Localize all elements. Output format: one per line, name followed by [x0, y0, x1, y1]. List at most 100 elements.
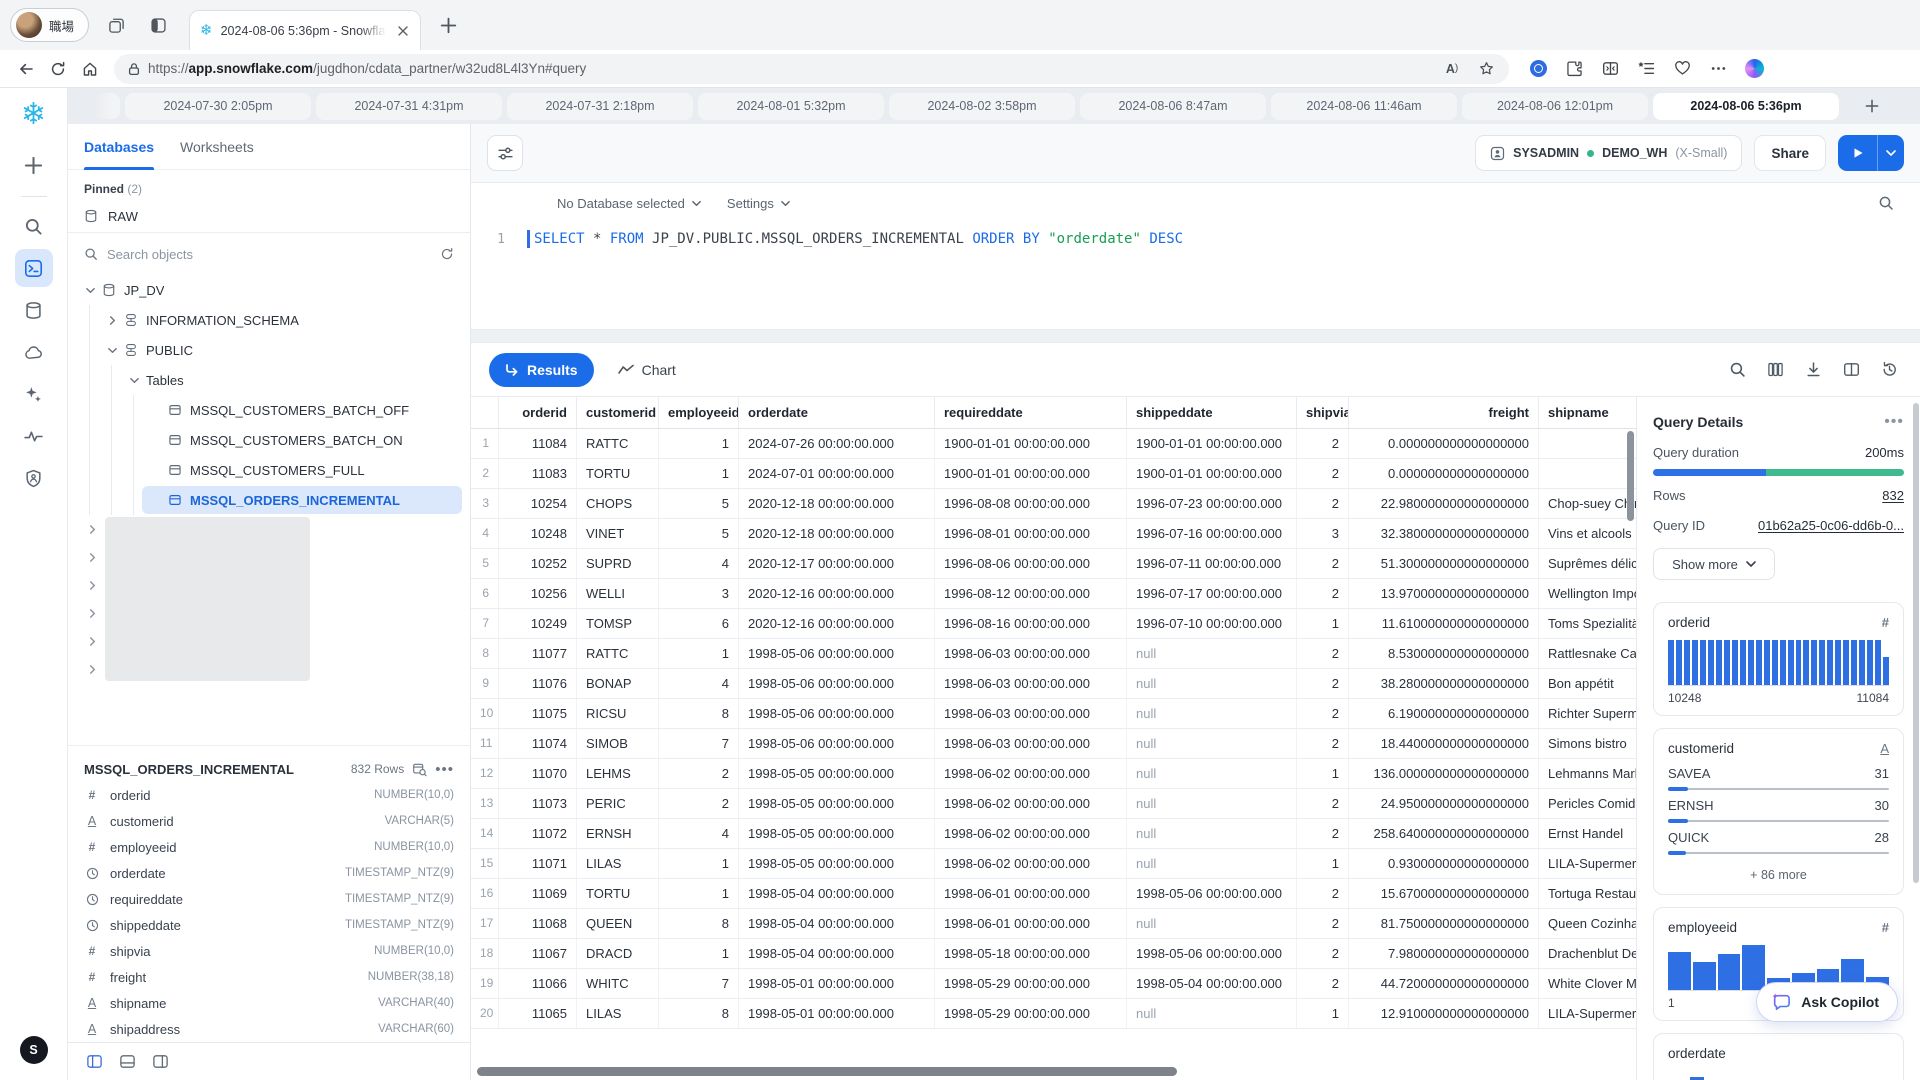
workspaces-icon[interactable]: [101, 10, 131, 40]
column-header-employeeid[interactable]: employeeid: [659, 397, 739, 428]
table-row[interactable]: 1011075RICSU81998-05-06 00:00:00.0001998…: [471, 699, 1636, 729]
table-row[interactable]: 1911066WHITC71998-05-01 00:00:00.0001998…: [471, 969, 1636, 999]
chart-tab[interactable]: Chart: [618, 362, 676, 378]
editor-search-icon[interactable]: [1878, 195, 1894, 211]
column-stats-card-orderdate[interactable]: orderdate: [1653, 1033, 1904, 1080]
chevron-right-icon[interactable]: [88, 665, 97, 674]
new-tab-icon[interactable]: [433, 10, 463, 40]
copilot-icon[interactable]: [1739, 54, 1769, 84]
table-row[interactable]: 710249TOMSP62020-12-16 00:00:00.0001996-…: [471, 609, 1636, 639]
snowflake-logo[interactable]: ❄: [21, 100, 46, 130]
run-options-icon[interactable]: [1878, 135, 1904, 171]
table-row[interactable]: 2011065LILAS81998-05-01 00:00:00.0001998…: [471, 999, 1636, 1029]
ai-ml-nav-icon[interactable]: [15, 375, 53, 413]
column-header-orderid[interactable]: orderid: [499, 397, 577, 428]
search-results-icon[interactable]: [1729, 361, 1746, 378]
browser-profile-chip[interactable]: 職場: [10, 8, 89, 42]
table-row[interactable]: 1411072ERNSH41998-05-05 00:00:00.0001998…: [471, 819, 1636, 849]
ask-copilot-button[interactable]: Ask Copilot: [1756, 982, 1898, 1022]
chevron-down-icon[interactable]: [104, 346, 120, 355]
worksheet-tab[interactable]: 2024-07-31 4:31pm: [316, 93, 502, 120]
browser-essentials-icon[interactable]: [1667, 54, 1697, 84]
query-id-link[interactable]: 01b62a25-0c06-dd6b-0...: [1758, 518, 1904, 533]
worksheet-tab[interactable]: 2024-08-06 5:36pm: [1653, 93, 1839, 120]
tab-close-icon[interactable]: [394, 22, 412, 40]
query-details-menu-icon[interactable]: •••: [1884, 413, 1904, 431]
schema-column-row[interactable]: #employeeidNUMBER(10,0): [84, 834, 454, 860]
table-row[interactable]: 1211070LEHMS21998-05-05 00:00:00.0001998…: [471, 759, 1636, 789]
admin-nav-icon[interactable]: [15, 459, 53, 497]
collections-icon[interactable]: [1631, 54, 1661, 84]
back-icon[interactable]: [10, 54, 42, 84]
schema-column-row[interactable]: #freightNUMBER(38,18): [84, 964, 454, 990]
preview-table-icon[interactable]: [412, 762, 427, 777]
table-row[interactable]: 1711068QUEEN81998-05-04 00:00:00.0001998…: [471, 909, 1636, 939]
tree-item[interactable]: PUBLIC: [68, 335, 470, 365]
schema-column-row[interactable]: shippeddateTIMESTAMP_NTZ(9): [84, 912, 454, 938]
show-more-button[interactable]: Show more: [1653, 548, 1775, 580]
worksheet-tab[interactable]: 2024-07-31 2:18pm: [507, 93, 693, 120]
column-header-customerid[interactable]: customerid: [577, 397, 659, 428]
table-row[interactable]: 111084RATTC12024-07-26 00:00:00.0001900-…: [471, 429, 1636, 459]
table-row[interactable]: 1811067DRACD11998-05-04 00:00:00.0001998…: [471, 939, 1636, 969]
worksheet-tab[interactable]: 2024-08-01 5:32pm: [698, 93, 884, 120]
home-icon[interactable]: [74, 54, 106, 84]
worksheet-tab[interactable]: 2024-08-06 8:47am: [1080, 93, 1266, 120]
chevron-right-icon[interactable]: [88, 581, 97, 590]
new-worksheet-icon[interactable]: [15, 146, 53, 184]
schema-more-icon[interactable]: •••: [435, 761, 454, 778]
schema-column-row[interactable]: AcustomeridVARCHAR(5): [84, 808, 454, 834]
column-header[interactable]: [471, 397, 499, 428]
chevron-right-icon[interactable]: [88, 553, 97, 562]
table-row[interactable]: 1511071LILAS11998-05-05 00:00:00.0001998…: [471, 849, 1636, 879]
browser-tab[interactable]: ❄ 2024-08-06 5:36pm - Snowfla: [189, 10, 421, 50]
database-selector[interactable]: No Database selected: [557, 196, 701, 211]
column-stats-card-customerid[interactable]: customeridASAVEA31ERNSH30QUICK28+ 86 mor…: [1653, 728, 1904, 895]
table-row[interactable]: 211083TORTU12024-07-01 00:00:00.0001900-…: [471, 459, 1636, 489]
add-worksheet-icon[interactable]: [1857, 91, 1887, 121]
column-header-shipvia[interactable]: shipvia: [1297, 397, 1349, 428]
toggle-right-panel-icon[interactable]: [152, 1053, 169, 1070]
settings-dropdown[interactable]: Settings: [727, 196, 790, 211]
column-stats-card-orderid[interactable]: orderid#1024811084: [1653, 602, 1904, 716]
schema-column-row[interactable]: AshipnameVARCHAR(40): [84, 990, 454, 1016]
table-row[interactable]: 811077RATTC11998-05-06 00:00:00.0001998-…: [471, 639, 1636, 669]
schema-column-row[interactable]: requireddateTIMESTAMP_NTZ(9): [84, 886, 454, 912]
worksheet-tab[interactable]: 2024-07-30 2:05pm: [125, 93, 311, 120]
table-row[interactable]: 1611069TORTU11998-05-04 00:00:00.0001998…: [471, 879, 1636, 909]
chevron-right-icon[interactable]: [88, 525, 97, 534]
reload-icon[interactable]: [42, 54, 74, 84]
browser-menu-icon[interactable]: [1703, 54, 1733, 84]
extension-icon[interactable]: [1559, 54, 1589, 84]
worksheet-tab[interactable]: 2024-08-02 3:58pm: [889, 93, 1075, 120]
split-view-icon[interactable]: [1843, 361, 1860, 378]
pinned-item-raw[interactable]: RAW: [68, 200, 470, 232]
column-header-orderdate[interactable]: orderdate: [739, 397, 935, 428]
refresh-icon[interactable]: [440, 247, 454, 261]
display-settings-button[interactable]: [487, 135, 523, 171]
worksheet-tab[interactable]: 2024-08-06 11:46am: [1271, 93, 1457, 120]
schema-column-row[interactable]: orderdateTIMESTAMP_NTZ(9): [84, 860, 454, 886]
data-nav-icon[interactable]: [15, 291, 53, 329]
chevron-down-icon[interactable]: [82, 286, 98, 295]
favorite-star-icon[interactable]: [1473, 56, 1499, 82]
toggle-left-panel-icon[interactable]: [86, 1053, 103, 1070]
worksheet-tab[interactable]: 2024-08-06 12:01pm: [1462, 93, 1648, 120]
schema-column-row[interactable]: AshipaddressVARCHAR(60): [84, 1016, 454, 1042]
search-objects-input[interactable]: Search objects: [68, 233, 470, 275]
table-row[interactable]: 310254CHOPS52020-12-18 00:00:00.0001996-…: [471, 489, 1636, 519]
tab-actions-icon[interactable]: [143, 10, 173, 40]
table-vertical-scrollbar[interactable]: [1627, 431, 1634, 521]
chevron-right-icon[interactable]: [104, 316, 120, 325]
chevron-down-icon[interactable]: [126, 376, 142, 385]
table-row[interactable]: 911076BONAP41998-05-06 00:00:00.0001998-…: [471, 669, 1636, 699]
tree-item[interactable]: JP_DV: [68, 275, 470, 305]
more-values-link[interactable]: + 86 more: [1668, 868, 1889, 884]
worksheets-nav-icon[interactable]: [15, 249, 53, 287]
column-header-shippeddate[interactable]: shippeddate: [1127, 397, 1297, 428]
details-scrollbar[interactable]: [1913, 403, 1919, 883]
activity-nav-icon[interactable]: [15, 417, 53, 455]
column-header-requireddate[interactable]: requireddate: [935, 397, 1127, 428]
run-button[interactable]: [1838, 135, 1904, 171]
columns-icon[interactable]: [1767, 361, 1784, 378]
